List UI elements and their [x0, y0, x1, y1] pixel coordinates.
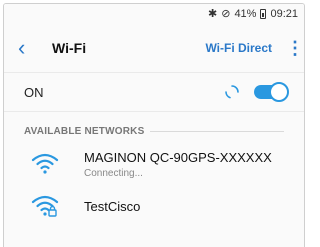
status-bar: ✱ ⊘ 41% 09:21: [4, 4, 304, 24]
bluetooth-icon: ✱: [208, 7, 218, 20]
wifi-toggle-switch[interactable]: [254, 82, 289, 102]
battery-icon: [260, 9, 267, 19]
wifi-secured-icon: [31, 195, 59, 217]
network-status: Connecting...: [84, 167, 143, 179]
wifi-toggle-row[interactable]: ON: [4, 72, 304, 112]
do-not-disturb-icon: ⊘: [221, 7, 231, 20]
network-item-testcisco[interactable]: TestCisco: [4, 185, 304, 227]
wifi-direct-button[interactable]: Wi-Fi Direct: [205, 41, 272, 55]
available-networks-header: AVAILABLE NETWORKS: [4, 112, 304, 143]
app-bar: ‹ Wi-Fi Wi-Fi Direct ⋮: [4, 24, 304, 72]
section-label: AVAILABLE NETWORKS: [24, 126, 145, 137]
battery-percent: 41%: [234, 8, 257, 20]
wifi-settings-screen: ✱ ⊘ 41% 09:21 ‹ Wi-Fi Wi-Fi Direct ⋮ ON …: [3, 3, 305, 247]
network-item-maginon[interactable]: MAGINON QC-90GPS-XXXXXX Connecting...: [4, 143, 304, 185]
more-options-icon[interactable]: ⋮: [286, 38, 304, 59]
network-text: TestCisco: [84, 199, 140, 214]
loading-spinner-icon: [225, 85, 239, 99]
clock: 09:21: [270, 8, 298, 20]
toggle-knob: [269, 82, 289, 102]
wifi-state-label: ON: [24, 84, 44, 100]
network-name: MAGINON QC-90GPS-XXXXXX: [84, 149, 272, 165]
section-divider: [150, 131, 284, 132]
network-name: TestCisco: [84, 198, 141, 214]
back-arrow-icon[interactable]: ‹: [18, 37, 42, 59]
network-text: MAGINON QC-90GPS-XXXXXX Connecting...: [84, 150, 272, 179]
wifi-signal-icon: [31, 153, 59, 174]
page-title: Wi-Fi: [52, 40, 87, 56]
